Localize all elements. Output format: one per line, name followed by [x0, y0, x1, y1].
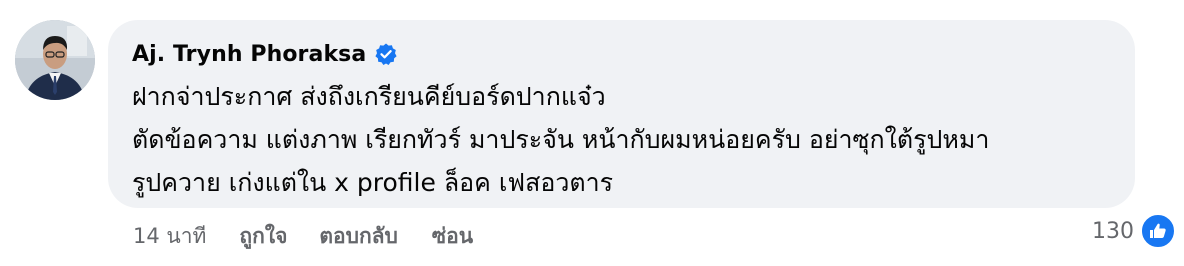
comment-body: ฝากจ่าประกาศ ส่งถึงเกรียนคีย์บอร์ดปากแจ๋…	[132, 75, 1135, 204]
comment-line: ตัดข้อความ แต่งภาพ เรียกทัวร์ มาประจัน ห…	[132, 125, 990, 154]
avatar[interactable]	[15, 20, 95, 100]
like-button[interactable]: ถูกใจ	[239, 220, 287, 253]
comment-line: ฝากจ่าประกาศ ส่งถึงเกรียนคีย์บอร์ดปากแจ๋…	[132, 82, 606, 111]
verified-badge-icon	[374, 42, 398, 66]
reaction-summary[interactable]: 130	[1092, 213, 1176, 249]
comment-line: รูปควาย เก่งแต่ใน x profile ล็อค เฟสอวตา…	[132, 168, 614, 197]
thumbs-up-icon	[1140, 213, 1176, 249]
hide-button[interactable]: ซ่อน	[432, 220, 473, 253]
author-name[interactable]: Aj. Trynh Phoraksa	[132, 42, 366, 67]
comment-bubble: Aj. Trynh Phoraksa ฝากจ่าประกาศ ส่งถึงเก…	[108, 20, 1135, 208]
reaction-count: 130	[1092, 218, 1134, 244]
comment-header: Aj. Trynh Phoraksa	[132, 37, 1135, 71]
reply-button[interactable]: ตอบกลับ	[319, 220, 398, 253]
comment-timestamp[interactable]: 14 นาที	[133, 220, 206, 253]
comment-actions: 14 นาที ถูกใจ ตอบกลับ ซ่อน	[133, 220, 473, 252]
